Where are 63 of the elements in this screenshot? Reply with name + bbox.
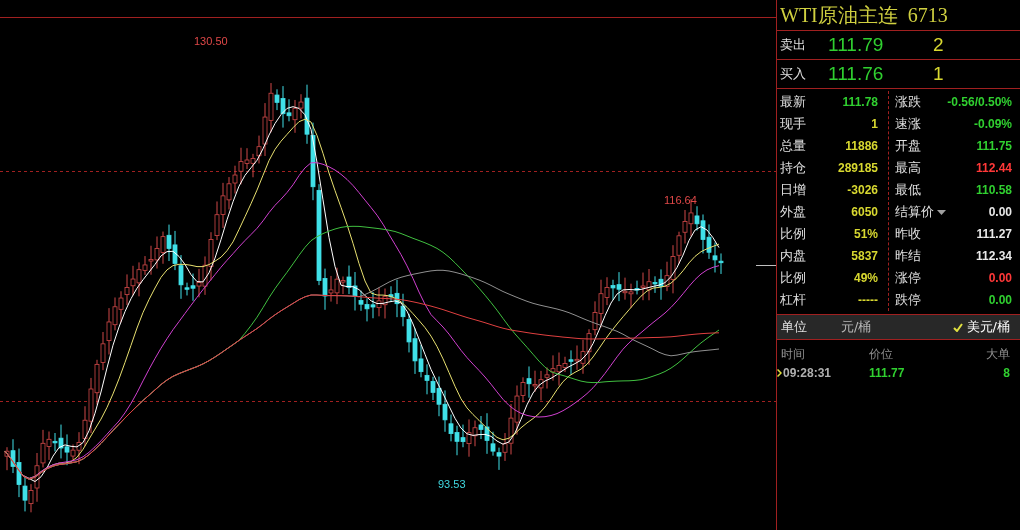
stat-label: 内盘 — [780, 247, 806, 265]
stat-value: 110.58 — [975, 183, 1012, 197]
stat-label: 跌停 — [895, 291, 921, 309]
stat-label: 昨结 — [895, 247, 921, 265]
stat-label: 最新 — [780, 93, 806, 111]
stat-value: -3026 — [847, 183, 878, 197]
column-header: 价位 — [869, 346, 894, 363]
stat-value: 49% — [853, 271, 878, 285]
book-volume: 1 — [933, 63, 944, 85]
unit-option[interactable]: 美元/桶 — [952, 318, 1010, 336]
tick-size: 8 — [1003, 366, 1010, 380]
unit-label: 单位 — [781, 318, 808, 336]
stat-value: 111.27 — [976, 227, 1012, 241]
stat-value: 0.00 — [988, 205, 1012, 219]
price-marker — [755, 265, 776, 266]
stat-value: 111.78 — [842, 95, 878, 109]
stat-label: 涨跌 — [895, 93, 921, 111]
book-label: 卖出 — [780, 36, 807, 54]
stat-value: 5837 — [851, 249, 878, 263]
stat-value: 11886 — [845, 139, 878, 153]
stat-label: 涨停 — [895, 269, 921, 287]
stat-label: 杠杆 — [780, 291, 806, 309]
stat-value: 111.75 — [976, 139, 1012, 153]
book-label: 买入 — [780, 65, 807, 83]
unit-option[interactable]: 元/桶 — [841, 318, 872, 336]
stat-value: -0.09% — [973, 117, 1012, 131]
stat-value: -0.56/0.50% — [947, 95, 1012, 109]
price-label: 116.64 — [664, 194, 697, 206]
stat-label: 持仓 — [780, 159, 806, 177]
stat-label: 总量 — [780, 137, 806, 155]
column-header: 时间 — [781, 346, 806, 363]
stat-value: 289185 — [837, 161, 878, 175]
price-label: 130.50 — [194, 35, 228, 47]
stat-label: 最高 — [895, 159, 921, 177]
stat-label[interactable]: 结算价 — [895, 203, 934, 221]
stat-label: 比例 — [780, 269, 806, 287]
tick-price: 111.77 — [869, 366, 905, 380]
caret-icon[interactable] — [937, 209, 946, 215]
price-label: 93.53 — [438, 478, 466, 490]
stat-value: ----- — [858, 293, 878, 307]
stat-value: 51% — [853, 227, 878, 241]
stat-label: 外盘 — [780, 203, 806, 221]
stat-label: 现手 — [780, 115, 806, 133]
stat-value: 112.44 — [975, 161, 1012, 175]
stat-value: 1 — [871, 117, 878, 131]
book-price: 111.79 — [828, 34, 885, 56]
book-volume: 2 — [933, 34, 944, 56]
stat-value: 112.34 — [975, 249, 1012, 263]
stat-label: 日增 — [780, 181, 806, 199]
instrument-code: 6713 — [907, 3, 948, 27]
book-price: 111.76 — [828, 63, 885, 85]
stat-label: 最低 — [895, 181, 921, 199]
stat-label: 昨收 — [895, 225, 921, 243]
tick-time: 09:28:31 — [783, 366, 832, 380]
check-icon — [952, 322, 963, 332]
stat-label: 开盘 — [895, 137, 921, 155]
instrument-name: WTI原油主连 — [780, 2, 898, 28]
stat-value: 0.00 — [988, 271, 1012, 285]
stat-value: 0.00 — [988, 293, 1012, 307]
column-header: 大单 — [986, 346, 1010, 363]
stat-label: 比例 — [780, 225, 806, 243]
stat-label: 速涨 — [895, 115, 921, 133]
stat-value: 6050 — [851, 205, 878, 219]
